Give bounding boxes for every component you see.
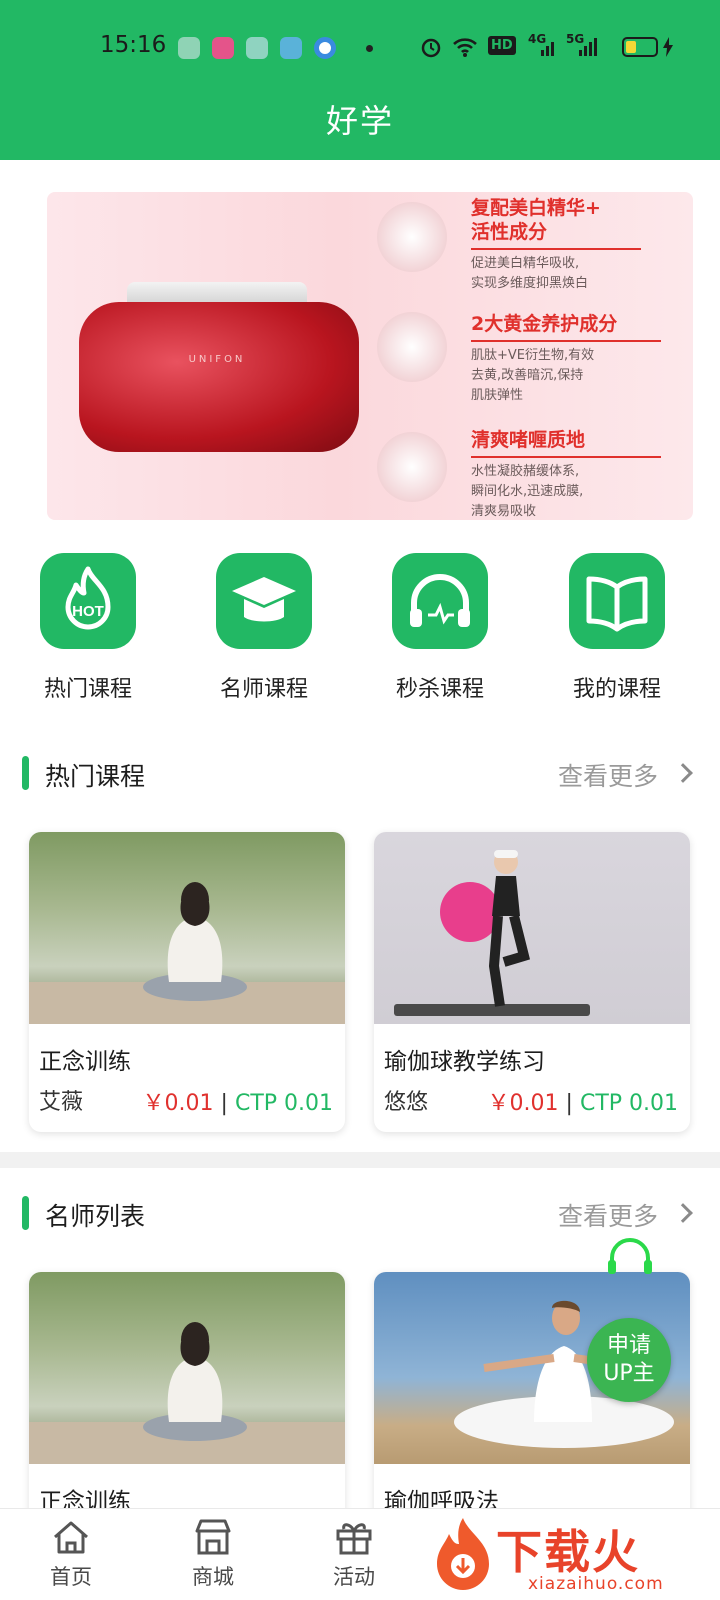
feature-image [377,202,447,272]
flame-logo-icon [437,1518,489,1590]
price-yen: ￥0.01 [487,1091,559,1116]
notification-icon [178,37,200,59]
feature-image [377,312,447,382]
hd-icon: HD [488,36,516,55]
charging-icon [663,37,673,57]
signal-icon [541,42,554,56]
brand-logo: UNIFON [188,354,246,365]
notification-icon [246,37,268,59]
category-flash-sale[interactable]: 秒杀课程 [380,553,500,703]
category-teacher-courses[interactable]: 名师课程 [204,553,324,703]
course-title: 瑜伽球教学练习 [384,1049,545,1075]
category-label: 热门课程 [43,677,132,702]
course-author: 悠悠 [384,1090,429,1115]
gift-icon [336,1523,372,1555]
feature-divider [471,456,661,458]
price-ctp: CTP 0.01 [579,1091,678,1116]
feature-desc: 肌肽+VE衍生物,有效 去黄,改善暗沉,保持 肌肤弹性 [471,348,595,403]
category-my-courses[interactable]: 我的课程 [557,553,677,703]
signal-icon [579,38,597,56]
open-book-icon [569,553,665,649]
promo-banner[interactable]: UNIFON 复配美白精华+ 活性成分 促进美白精华吸收, 实现多维度抑黑焕白 … [47,192,693,520]
category-label: 秒杀课程 [395,677,484,702]
feature-title: 复配美白精华+ 活性成分 [471,197,601,243]
feature-desc: 水性凝胶赭缓体系, 瞬间化水,迅速成膜, 清爽易吸收 [471,464,584,519]
feature-desc: 促进美白精华吸收, 实现多维度抑黑焕白 [471,256,589,291]
feature-divider [471,340,661,342]
price-separator: | [558,1091,580,1116]
hot-courses-more-link[interactable]: 查看更多 [558,757,658,793]
feature-divider [471,248,641,250]
teacher-image-meditation [29,1272,345,1464]
category-label: 名师课程 [219,677,308,702]
shop-icon [195,1519,231,1555]
price-ctp: CTP 0.01 [234,1091,333,1116]
customer-service-headset-icon[interactable] [604,1238,656,1278]
status-time: 15:16 [100,32,167,58]
wifi-icon [453,38,477,57]
page-title: 好学 [325,102,394,140]
home-icon [54,1521,88,1554]
alarm-icon [421,38,441,58]
hot-badge: HOT [72,603,104,620]
more-notifications-icon [366,45,373,52]
feature-title: 清爽啫喱质地 [471,429,586,451]
hot-flame-icon: HOT [40,553,136,649]
apply-badge-line1: 申请 [606,1333,651,1358]
category-label: 我的课程 [572,677,661,702]
course-card[interactable]: 瑜伽球教学练习 悠悠 ￥0.01 | CTP 0.01 [374,832,690,1132]
app-screen: 15:16 HD 4G 5G 好学 UNIFON 复配美白精华+ 活性成分 促进… [0,0,720,1600]
course-image-meditation [29,832,345,1024]
watermark-text: 下载火 [496,1525,640,1579]
section-accent-bar [22,1196,29,1230]
section-title-hot-courses: 热门课程 [45,762,146,791]
nav-label: 首页 [50,1565,92,1589]
course-price: ￥0.01 | CTP 0.01 [143,1085,333,1117]
section-accent-bar [22,756,29,790]
section-divider [0,1152,720,1168]
site-watermark: 下载火 xiazaihuo.com [430,1510,720,1600]
nav-item-shop[interactable]: 商城 [168,1515,258,1591]
course-author: 艾薇 [39,1090,84,1115]
teacher-card[interactable]: 瑜伽呼吸法 [374,1272,690,1532]
notification-icon [314,37,336,59]
course-image-yoga-ball [374,832,690,1024]
notification-icon [212,37,234,59]
category-hot-courses[interactable]: HOT 热门课程 [28,553,148,703]
price-separator: | [213,1091,235,1116]
nav-item-activity[interactable]: 活动 [309,1515,399,1591]
status-bar: 15:16 HD 4G 5G [0,28,720,68]
course-title: 正念训练 [39,1049,131,1075]
course-card[interactable]: 正念训练 艾薇 ￥0.01 | CTP 0.01 [29,832,345,1132]
nav-label: 活动 [333,1565,375,1589]
teacher-card[interactable]: 正念训练 [29,1272,345,1532]
teachers-more-link[interactable]: 查看更多 [558,1197,658,1233]
headphones-icon [392,553,488,649]
chevron-right-icon[interactable] [673,763,693,783]
feature-image [377,432,447,502]
chevron-right-icon[interactable] [673,1203,693,1223]
product-jar-image [79,302,359,452]
app-header: 15:16 HD 4G 5G 好学 [0,0,720,160]
nav-item-home[interactable]: 首页 [26,1515,116,1591]
apply-badge-line2: UP主 [603,1361,655,1386]
watermark-url: xiazaihuo.com [528,1574,664,1594]
feature-title: 2大黄金养护成分 [471,313,618,335]
apply-up-host-button[interactable]: 申请 UP主 [587,1318,671,1402]
course-price: ￥0.01 | CTP 0.01 [488,1085,678,1117]
battery-icon [622,37,658,57]
price-yen: ￥0.01 [142,1091,214,1116]
graduation-cap-icon [216,553,312,649]
nav-label: 商城 [192,1565,234,1589]
section-title-teachers: 名师列表 [45,1202,146,1231]
notification-icon [280,37,302,59]
